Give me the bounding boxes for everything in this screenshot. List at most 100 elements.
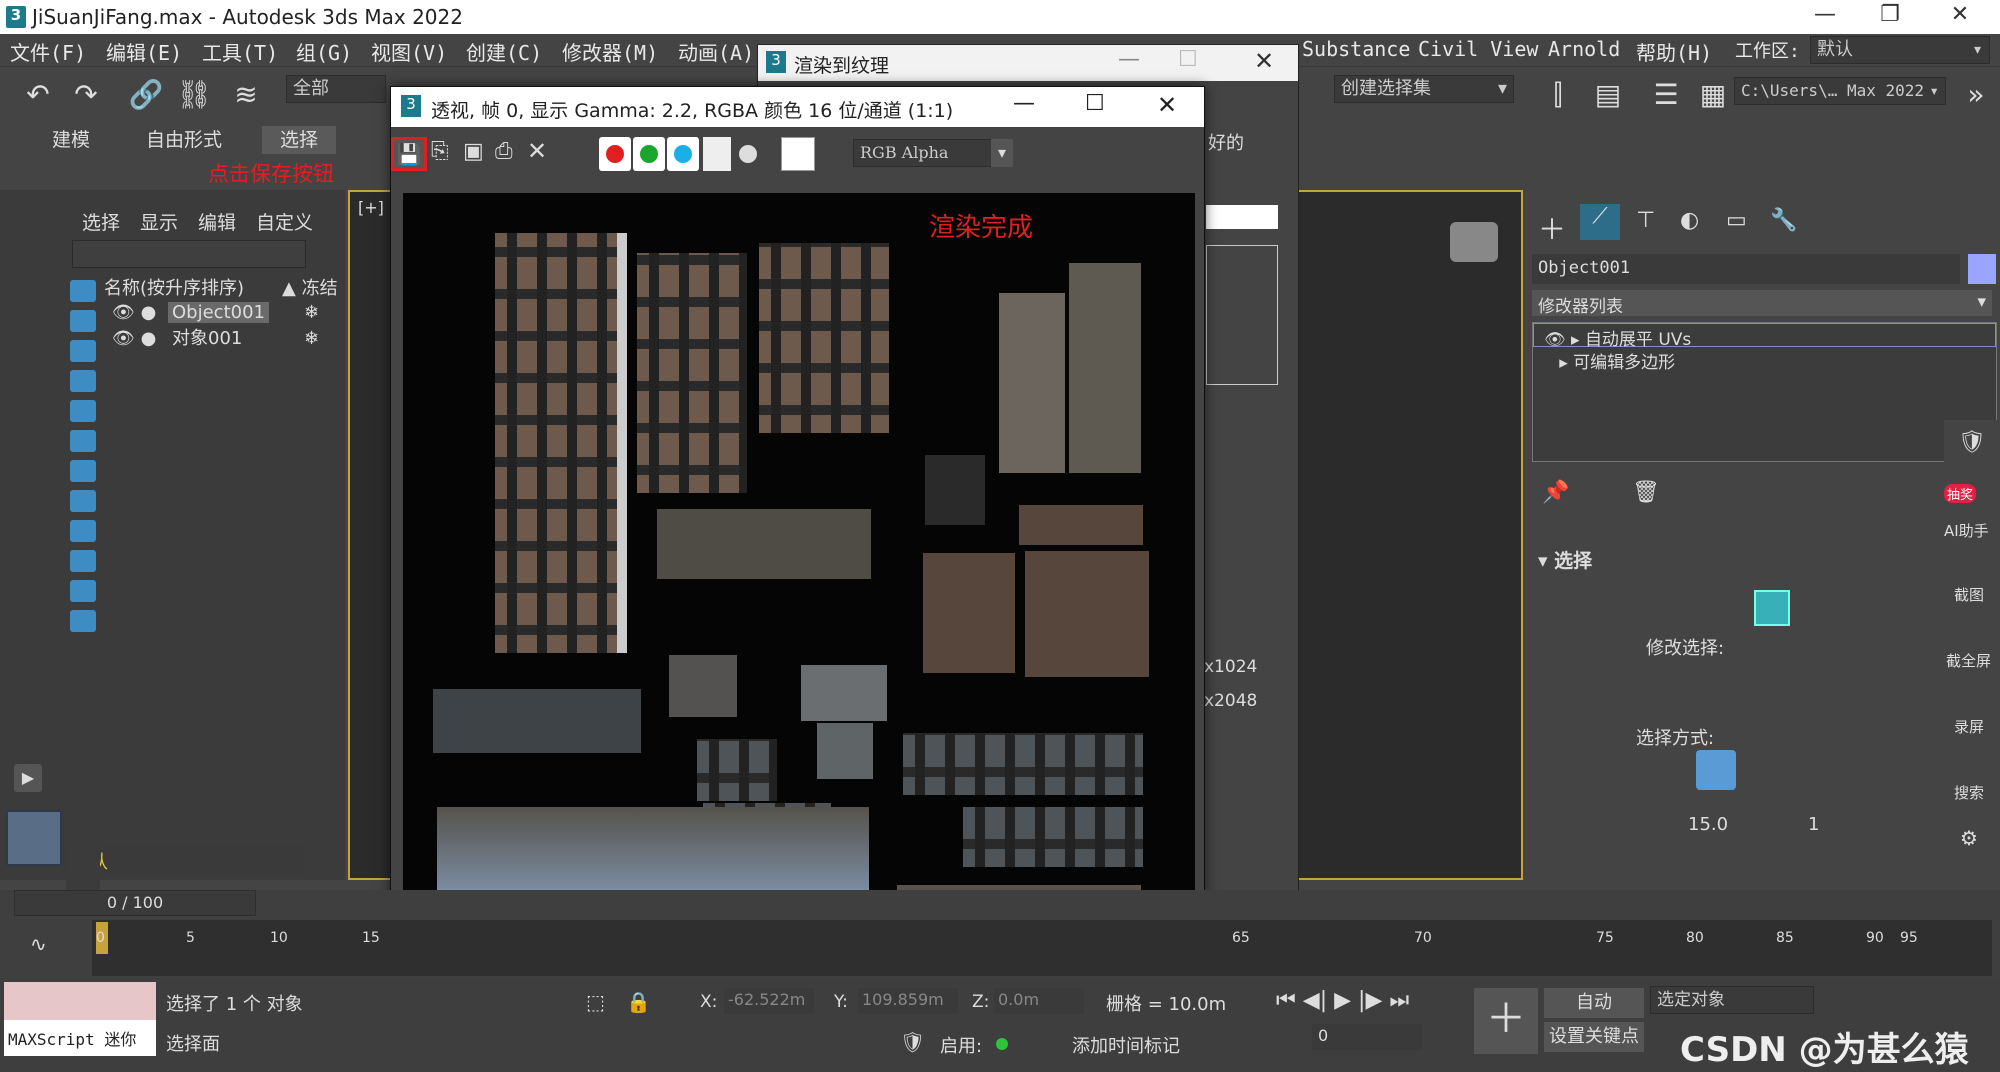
named-selection-dropdown[interactable]: 创建选择集 ▾ — [1334, 75, 1514, 103]
menu-tools[interactable]: 工具(T) — [202, 37, 278, 66]
column-freeze-header[interactable]: ▲ 冻结 — [282, 274, 338, 300]
frame-minimize-icon[interactable]: — — [1013, 91, 1035, 116]
project-path-dropdown[interactable]: C:\Users\… Max 2022 ▾ — [1734, 77, 1946, 105]
channel-dropdown-arrow-icon[interactable]: ▾ — [991, 139, 1013, 167]
rtt-close-icon[interactable]: ✕ — [1254, 47, 1274, 75]
object-color-swatch[interactable] — [1968, 254, 1996, 284]
helper-filter-icon[interactable] — [70, 400, 96, 422]
angle-spinner[interactable]: 15.0 — [1688, 814, 1728, 835]
menu-group[interactable]: 组(G) — [296, 37, 352, 66]
scene-menu-customize[interactable]: 自定义 — [256, 208, 313, 235]
modifier-list-dropdown[interactable]: 修改器列表 ▾ — [1532, 290, 1992, 317]
x-coordinate-field[interactable]: -62.522m — [724, 988, 814, 1014]
count-spinner[interactable]: 1 — [1808, 814, 1819, 835]
blue-channel-toggle[interactable] — [667, 137, 699, 171]
restore-icon[interactable]: ❐ — [1860, 2, 1920, 27]
group-filter-icon[interactable] — [70, 460, 96, 482]
menu-edit[interactable]: 编辑(E) — [106, 37, 182, 66]
maxscript-mini-listener[interactable]: MAXScript 迷你 — [4, 1020, 156, 1056]
y-coordinate-field[interactable]: 109.859m — [858, 988, 958, 1014]
menu-arnold[interactable]: Arnold — [1548, 37, 1620, 61]
print-icon[interactable]: ⎙ — [495, 139, 513, 164]
channel-dropdown[interactable]: RGB Alpha — [853, 139, 993, 167]
frozen-filter-icon[interactable] — [70, 580, 96, 602]
align-icon[interactable]: ▤ — [1590, 77, 1626, 113]
redo-icon[interactable]: ↷ — [68, 77, 104, 113]
frame-maximize-icon[interactable]: ☐ — [1085, 91, 1105, 116]
clear-icon[interactable]: ✕ — [527, 137, 547, 165]
hierarchy-tab-icon[interactable]: ⊤ — [1636, 208, 1655, 233]
scene-menu-display[interactable]: 显示 — [140, 208, 178, 235]
key-filter-dropdown[interactable]: 选定对象 — [1650, 986, 1814, 1014]
viewport-thumbnail[interactable] — [6, 810, 62, 866]
shield-icon[interactable]: 🛡 — [1958, 430, 1986, 455]
link-icon[interactable]: 🔗 — [128, 77, 164, 113]
auto-key-button[interactable]: 自动 — [1544, 988, 1644, 1018]
modify-tab-icon[interactable]: ⟋ — [1580, 204, 1620, 240]
z-coordinate-field[interactable]: 0.0m — [994, 988, 1084, 1014]
toolbar-overflow-icon[interactable]: » — [1958, 77, 1994, 113]
modifier-stack-item[interactable]: 👁 ▸ 自动展平 UVs — [1533, 323, 1996, 350]
rtt-size-2048[interactable]: x2048 — [1204, 691, 1257, 711]
copy-image-icon[interactable]: ⎘ — [431, 139, 449, 164]
close-icon[interactable]: ✕ — [1930, 2, 1990, 27]
scene-menu-edit[interactable]: 编辑 — [198, 208, 236, 235]
eye-icon[interactable]: 👁 ● — [112, 302, 156, 323]
current-frame-field[interactable]: 0 — [1312, 1024, 1422, 1050]
render-canvas[interactable]: 渲染完成 — [403, 193, 1195, 989]
search-button[interactable]: 搜索 — [1954, 782, 1984, 803]
shape-filter-icon[interactable] — [70, 310, 96, 332]
selection-filter-dropdown[interactable]: 全部 — [286, 75, 386, 103]
bone-filter-icon[interactable] — [70, 520, 96, 542]
display-tab-icon[interactable]: ▭ — [1726, 208, 1747, 233]
red-channel-toggle[interactable] — [599, 137, 631, 171]
remove-modifier-icon[interactable]: 🗑 — [1632, 480, 1660, 505]
rollout-selection-title[interactable]: ▾ 选择 — [1538, 546, 1592, 573]
list-item[interactable]: 👁 ● 对象001 ❄ — [112, 326, 348, 352]
menu-views[interactable]: 视图(V) — [371, 37, 447, 66]
scene-search-input[interactable] — [72, 240, 306, 268]
ai-assistant-button[interactable]: AI助手 — [1944, 520, 1989, 541]
tab-selection[interactable]: 选择 — [262, 126, 337, 154]
select-by-element-icon[interactable] — [1696, 750, 1736, 790]
playback-controls[interactable]: ⏮ ◀| ▶ |▶ ⏭ — [1276, 988, 1409, 1013]
viewcube-icon[interactable] — [1450, 222, 1498, 262]
container-filter-icon[interactable] — [70, 550, 96, 572]
play-icon[interactable]: ▶ — [14, 764, 42, 792]
viewport-label[interactable]: [+] — [358, 198, 384, 217]
spacewarp-filter-icon[interactable] — [70, 430, 96, 452]
rtt-minimize-icon[interactable]: — — [1118, 47, 1140, 72]
menu-help[interactable]: 帮助(H) — [1636, 37, 1712, 66]
background-swatch[interactable] — [781, 137, 815, 171]
maxscript-listener-pink[interactable] — [4, 982, 156, 1020]
list-item[interactable]: 👁 ● Object001 ❄ — [112, 300, 348, 326]
screenshot-button[interactable]: 截图 — [1954, 584, 1984, 605]
lock-icon[interactable]: 🔒 — [626, 990, 651, 1014]
pin-stack-icon[interactable]: 📌 — [1542, 480, 1569, 505]
record-screen-button[interactable]: 录屏 — [1954, 716, 1984, 737]
menu-animation[interactable]: 动画(A) — [678, 37, 754, 66]
layer-explorer-icon[interactable]: ▦ — [1695, 77, 1731, 113]
frame-close-icon[interactable]: ✕ — [1157, 91, 1177, 119]
rtt-size-1024[interactable]: x1024 — [1204, 657, 1257, 677]
lottery-badge[interactable]: 抽奖 — [1944, 484, 1977, 503]
set-key-icon[interactable]: ＋ — [1474, 988, 1538, 1054]
menu-create[interactable]: 创建(C) — [466, 37, 542, 66]
add-time-tag[interactable]: 添加时间标记 — [1072, 1032, 1180, 1058]
camera-filter-icon[interactable] — [70, 370, 96, 392]
create-tab-icon[interactable]: ＋ — [1538, 208, 1566, 248]
selection-lock-icon[interactable]: ⬚ — [586, 990, 605, 1014]
settings-gear-icon[interactable]: ⚙ — [1960, 826, 1978, 850]
rtt-field[interactable] — [1206, 205, 1278, 229]
monochrome-icon[interactable] — [739, 145, 757, 163]
alpha-channel-toggle[interactable] — [703, 137, 731, 171]
eye-icon[interactable]: 👁 ● — [112, 328, 156, 349]
hidden-filter-icon[interactable] — [70, 610, 96, 632]
rtt-list[interactable] — [1206, 245, 1278, 385]
utilities-tab-icon[interactable]: 🔧 — [1770, 208, 1797, 233]
modifier-stack-item[interactable]: ▸ 可编辑多边形 — [1533, 347, 1996, 373]
time-slider[interactable]: 0 / 100 — [14, 890, 256, 916]
undo-icon[interactable]: ↶ — [20, 77, 56, 113]
object-name-field[interactable]: Object001 — [1532, 254, 1960, 284]
column-name-header[interactable]: 名称(按升序排序) — [104, 274, 244, 300]
